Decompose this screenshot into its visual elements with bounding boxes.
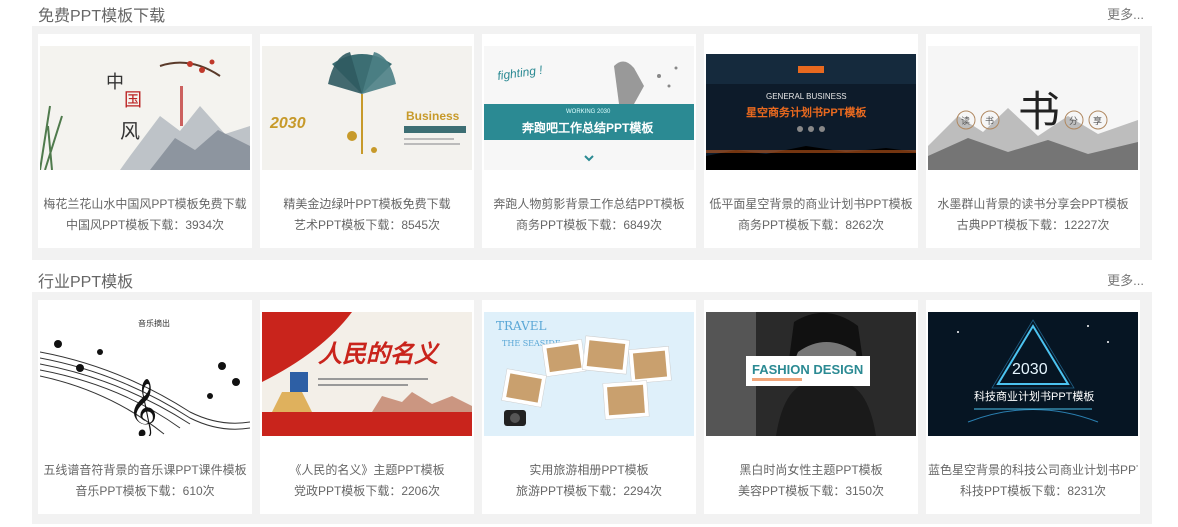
template-card[interactable]: fighting ! WORKING 2030 奔跑吧工作总结PPT模板 奔跑人…	[482, 34, 696, 248]
download-count: 下载：2206次	[365, 484, 441, 498]
thumb-text: 人民的名义	[318, 341, 440, 368]
template-title[interactable]: 低平面星空背景的商业计划书PPT模板	[706, 195, 916, 212]
section-free-templates: 免费PPT模板下载 更多... 中 国 风 梅花兰花山水中国风PPT模板免费下载…	[32, 0, 1152, 260]
template-meta: 科技PPT模板下载：8231次	[928, 482, 1138, 499]
template-category[interactable]: 党政PPT模板	[294, 484, 365, 498]
template-category[interactable]: 美容PPT模板	[738, 484, 809, 498]
thumb-text: 书	[1018, 87, 1060, 136]
template-title[interactable]: 五线谱音符背景的音乐课PPT课件模板	[40, 461, 250, 478]
template-meta: 商务PPT模板下载：6849次	[484, 216, 694, 233]
template-thumbnail[interactable]: 书 读 书 分 享	[928, 46, 1138, 170]
template-title[interactable]: 奔跑人物剪影背景工作总结PPT模板	[484, 195, 694, 212]
template-card[interactable]: FASHION DESIGN 黑白时尚女性主题PPT模板 美容PPT模板下载：3…	[704, 300, 918, 514]
template-category[interactable]: 商务PPT模板	[516, 218, 587, 232]
template-thumbnail[interactable]: fighting ! WORKING 2030 奔跑吧工作总结PPT模板	[484, 46, 694, 170]
download-count: 下载：8231次	[1031, 484, 1107, 498]
download-count: 下载：8545次	[365, 218, 441, 232]
svg-text:读: 读	[961, 115, 970, 126]
svg-text:Business: Business	[406, 109, 460, 123]
template-category[interactable]: 旅游PPT模板	[516, 484, 587, 498]
svg-text:𝄞: 𝄞	[128, 378, 158, 436]
template-card[interactable]: 人民的名义 《人民的名义》主题PPT模板 党政PPT模板下载：2206次	[260, 300, 474, 514]
template-card[interactable]: 2030 科技商业计划书PPT模板 蓝色星空背景的科技公司商业计划书PPT 科技…	[926, 300, 1140, 514]
svg-text:分: 分	[1069, 116, 1078, 126]
template-meta: 党政PPT模板下载：2206次	[262, 482, 472, 499]
template-card[interactable]: 书 读 书 分 享 水墨群山背景的读书分享会PPT模板 古典PPT模板下载：12…	[926, 34, 1140, 248]
template-meta: 艺术PPT模板下载：8545次	[262, 216, 472, 233]
download-count: 下载：2294次	[587, 484, 663, 498]
section-title: 行业PPT模板	[38, 274, 134, 291]
download-count: 下载：610次	[146, 484, 215, 498]
thumb-text: 2030	[1012, 361, 1048, 378]
template-title[interactable]: 水墨群山背景的读书分享会PPT模板	[928, 195, 1138, 212]
template-title[interactable]: 精美金边绿叶PPT模板免费下载	[262, 195, 472, 212]
more-link[interactable]: 更多...	[1107, 4, 1144, 23]
download-count: 下载：3150次	[809, 484, 885, 498]
template-thumbnail[interactable]: FASHION DESIGN	[706, 312, 916, 436]
template-meta: 音乐PPT模板下载：610次	[40, 482, 250, 499]
svg-text:书: 书	[985, 116, 994, 126]
template-category[interactable]: 艺术PPT模板	[294, 218, 365, 232]
template-title[interactable]: 黑白时尚女性主题PPT模板	[706, 461, 916, 478]
template-grid: 𝄞 音乐摘出 五线谱音符背景的音乐课PPT课件模板 音乐PPT模板下载：610次…	[32, 292, 1152, 524]
template-meta: 古典PPT模板下载：12227次	[928, 216, 1138, 233]
template-category[interactable]: 音乐PPT模板	[75, 484, 146, 498]
template-card[interactable]: GENERAL BUSINESS 星空商务计划书PPT模板 低平面星空背景的商业…	[704, 34, 918, 248]
section-header: 行业PPT模板 更多...	[32, 266, 1152, 292]
template-category[interactable]: 中国风PPT模板	[66, 218, 149, 232]
svg-text:享: 享	[1093, 115, 1102, 126]
thumb-text: 中	[106, 72, 124, 93]
svg-text:奔跑吧工作总结PPT模板: 奔跑吧工作总结PPT模板	[521, 120, 654, 135]
svg-text:星空商务计划书PPT模板: 星空商务计划书PPT模板	[746, 105, 867, 119]
download-count: 下载：6849次	[587, 218, 663, 232]
download-count: 下载：8262次	[809, 218, 885, 232]
template-thumbnail[interactable]: GENERAL BUSINESS 星空商务计划书PPT模板	[706, 46, 916, 170]
download-count: 下载：12227次	[1027, 218, 1110, 232]
template-thumbnail[interactable]: 2030 Business	[262, 46, 472, 170]
template-category[interactable]: 古典PPT模板	[957, 218, 1028, 232]
template-category[interactable]: 商务PPT模板	[738, 218, 809, 232]
template-card[interactable]: 2030 Business 精美金边绿叶PPT模板免费下载 艺术PPT模板下载：…	[260, 34, 474, 248]
template-grid: 中 国 风 梅花兰花山水中国风PPT模板免费下载 中国风PPT模板下载：3934…	[32, 26, 1152, 260]
template-card[interactable]: TRAVEL THE SEASIDE 实用旅游相册PPT模板 旅游PPT模板下载…	[482, 300, 696, 514]
template-meta: 旅游PPT模板下载：2294次	[484, 482, 694, 499]
template-thumbnail[interactable]: 中 国 风	[40, 46, 250, 170]
template-card[interactable]: 𝄞 音乐摘出 五线谱音符背景的音乐课PPT课件模板 音乐PPT模板下载：610次	[38, 300, 252, 514]
section-industry-templates: 行业PPT模板 更多... 𝄞 音乐摘出 五线谱音符背景的音乐课PPT课件模板 …	[32, 266, 1152, 524]
template-title[interactable]: 梅花兰花山水中国风PPT模板免费下载	[40, 195, 250, 212]
thumb-text: FASHION DESIGN	[752, 362, 863, 377]
thumb-text: TRAVEL	[496, 319, 547, 333]
template-title[interactable]: 《人民的名义》主题PPT模板	[262, 461, 472, 478]
more-link[interactable]: 更多...	[1107, 270, 1144, 289]
thumb-text: 2030	[269, 115, 306, 132]
svg-text:风: 风	[120, 119, 140, 143]
thumb-text: GENERAL BUSINESS	[766, 92, 847, 101]
section-title: 免费PPT模板下载	[38, 8, 166, 25]
template-category[interactable]: 科技PPT模板	[960, 484, 1031, 498]
svg-text:国: 国	[124, 90, 142, 111]
section-header: 免费PPT模板下载 更多...	[32, 0, 1152, 26]
template-title[interactable]: 蓝色星空背景的科技公司商业计划书PPT	[928, 461, 1138, 478]
template-meta: 商务PPT模板下载：8262次	[706, 216, 916, 233]
template-meta: 中国风PPT模板下载：3934次	[40, 216, 250, 233]
template-thumbnail[interactable]: 2030 科技商业计划书PPT模板	[928, 312, 1138, 436]
template-meta: 美容PPT模板下载：3150次	[706, 482, 916, 499]
thumb-text: 音乐摘出	[138, 318, 170, 328]
svg-text:WORKING 2030: WORKING 2030	[566, 109, 611, 115]
download-count: 下载：3934次	[149, 218, 225, 232]
template-thumbnail[interactable]: TRAVEL THE SEASIDE	[484, 312, 694, 436]
template-title[interactable]: 实用旅游相册PPT模板	[484, 461, 694, 478]
svg-text:科技商业计划书PPT模板: 科技商业计划书PPT模板	[974, 389, 1094, 403]
template-thumbnail[interactable]: 人民的名义	[262, 312, 472, 436]
template-thumbnail[interactable]: 𝄞 音乐摘出	[40, 312, 250, 436]
template-card[interactable]: 中 国 风 梅花兰花山水中国风PPT模板免费下载 中国风PPT模板下载：3934…	[38, 34, 252, 248]
